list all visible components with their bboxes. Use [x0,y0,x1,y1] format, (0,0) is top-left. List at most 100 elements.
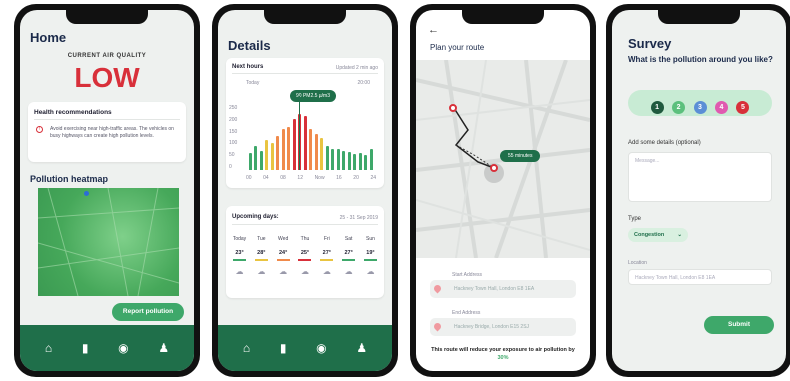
type-select[interactable]: Congestion ⌄ [628,228,688,242]
hourly-bar[interactable] [331,149,335,170]
day-temp: 25° [300,250,310,256]
hourly-bar[interactable] [287,127,291,170]
y-tick-label: 0 [229,163,232,170]
y-tick-label: 50 [229,152,235,159]
location-field[interactable]: Hackney Town Hall, London E8 1EA [628,269,772,285]
location-label: Location [628,260,647,266]
x-tick-label: 12 [297,175,303,181]
notch [66,10,148,24]
x-tick-label: 08 [280,175,286,181]
weather-icon: ☁ [279,267,288,276]
today-label: Today [246,80,260,86]
day-aq-bar [233,259,246,261]
start-address-field[interactable]: Hackney Town Hall, London E8 1EA [430,280,576,298]
hourly-bar[interactable] [358,153,362,170]
person-icon[interactable]: ♟ [158,341,169,355]
route-screen: ← Plan your route 55 minutes Start Addre… [416,10,590,371]
hourly-bar[interactable] [336,149,340,170]
day-column: Fri 27° ☁ [317,236,336,276]
air-quality-label: CURRENT AIR QUALITY [67,53,147,59]
air-quality-value: LOW [74,62,140,93]
next-hours-card: Next hours Updated 2 min ago Today 20:00… [226,58,384,188]
location-value: Hackney Town Hall, London E8 1EA [635,275,716,281]
back-arrow-icon[interactable]: ← [428,24,439,36]
hourly-bar[interactable] [254,146,258,170]
day-temp: 24° [278,250,288,256]
compass-icon[interactable]: ◉ [316,341,326,355]
heatmap-streets [38,188,179,296]
phone-home: Home CURRENT AIR QUALITY LOW Health reco… [14,4,200,377]
upcoming-days-card: Upcoming days: 25 - 31 Sep 2019 Today 23°… [226,206,384,298]
hourly-bar[interactable] [325,146,329,170]
pin-icon [432,283,443,294]
date-range: 25 - 31 Sep 2019 [339,215,378,221]
survey-screen: Survey What is the pollution around you … [612,10,786,371]
hourly-bar[interactable] [265,140,269,170]
day-label: Fri [323,236,330,242]
day-label: Wed [278,236,289,242]
message-placeholder: Message... [635,158,660,164]
rating-option-1[interactable]: 1 [650,101,664,114]
page-title: Home [30,30,67,45]
hourly-bar[interactable] [369,149,373,170]
home-icon[interactable]: ⌂ [45,341,52,355]
health-title: Health recommendations [34,109,112,116]
compass-icon[interactable]: ◉ [118,341,128,355]
hourly-bar[interactable] [276,136,280,170]
message-textarea[interactable]: Message... [628,152,772,202]
day-temp: 23° [235,250,244,256]
end-address-field[interactable]: Hackney Bridge, London E15 2SJ [430,318,576,336]
notch [462,10,544,24]
chart-icon[interactable]: ▮ [82,341,89,355]
rating-option-2[interactable]: 2 [672,101,686,114]
location-pin-icon [84,191,89,196]
weather-icon: ☁ [344,267,353,276]
hourly-bar[interactable] [309,129,313,170]
hourly-bar[interactable] [364,155,368,170]
exposure-note: This route will reduce your exposure to … [426,346,580,362]
rating-option-3[interactable]: 3 [693,101,707,114]
x-tick-label: 20 [353,175,359,181]
day-aq-bar [363,259,377,261]
day-label: Sun [366,236,375,242]
end-address-value: Hackney Bridge, London E15 2SJ [454,324,530,330]
time-right-label: 20:00 [357,80,370,86]
day-column: Thu 25° ☁ [295,236,314,276]
hourly-bar[interactable] [292,119,296,170]
day-column: Tue 28° ☁ [252,236,271,276]
chart-icon[interactable]: ▮ [280,341,287,355]
hourly-bar[interactable] [281,129,285,170]
hourly-bar[interactable] [270,143,274,170]
home-icon[interactable]: ⌂ [243,341,250,355]
hourly-bar[interactable] [320,138,324,170]
y-tick-label: 200 [229,116,238,123]
hourly-bar[interactable] [353,154,357,170]
person-icon[interactable]: ♟ [356,341,367,355]
day-aq-bar [298,259,312,261]
day-label: Today [232,236,247,242]
start-address-value: Hackney Town Hall, London E8 1EA [454,286,535,292]
y-tick-label: 150 [229,128,238,135]
notch [264,10,346,24]
chevron-down-icon: ⌄ [677,232,682,238]
x-tick-label: Now [314,175,325,181]
phone-route: ← Plan your route 55 minutes Start Addre… [410,4,596,377]
rating-option-5[interactable]: 5 [736,101,750,114]
exposure-note-text: This route will reduce your exposure to … [431,347,575,353]
bottom-nav: ⌂ ▮ ◉ ♟ [20,325,194,371]
health-divider [34,119,180,120]
hourly-bar[interactable] [259,151,263,170]
rating-option-4[interactable]: 4 [714,101,728,114]
day-label: Tue [257,236,266,242]
submit-button[interactable]: Submit [704,316,774,334]
hourly-bar[interactable] [347,152,351,170]
report-pollution-button[interactable]: Report pollution [112,303,184,321]
hourly-bar[interactable] [249,153,252,170]
type-value: Congestion [634,232,665,238]
route-map[interactable]: 55 minutes [416,59,590,259]
day-column: Sun 19° ☁ [361,236,380,276]
hourly-bar[interactable] [342,151,346,170]
hourly-bar[interactable] [303,116,307,170]
hourly-bar[interactable] [314,134,318,170]
pollution-heatmap[interactable] [38,188,179,296]
